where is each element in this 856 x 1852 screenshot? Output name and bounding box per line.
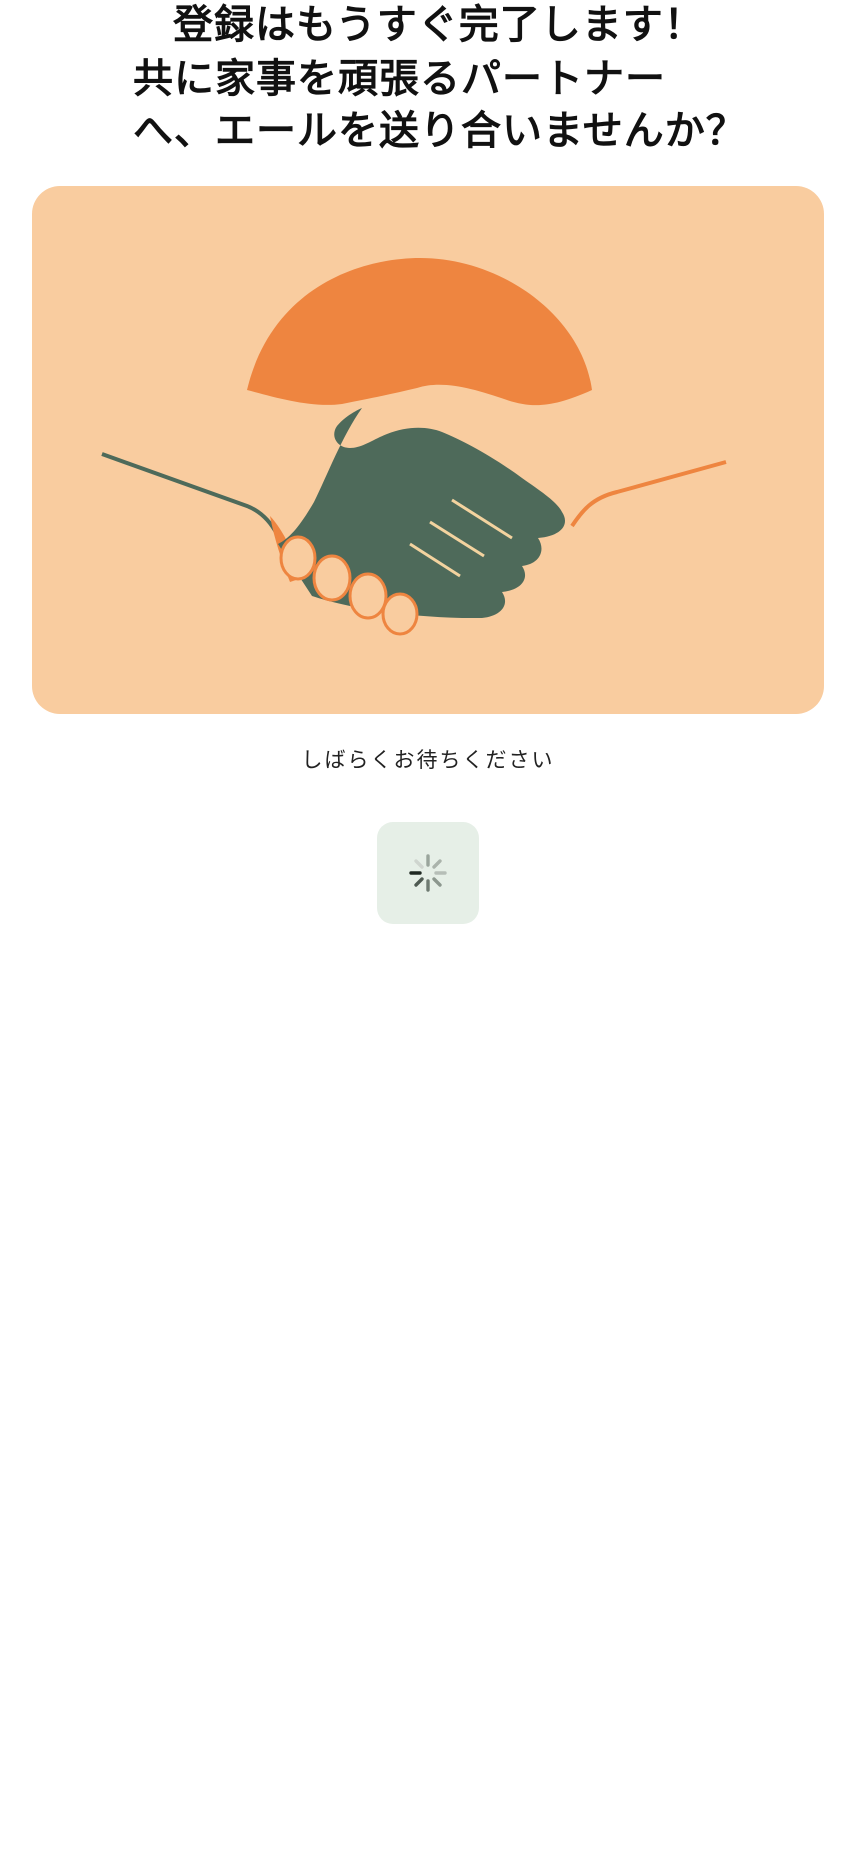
title-line-3: へ、エールを送り合いませんか？ (133, 108, 747, 154)
orange-dome (247, 258, 592, 406)
finger-1 (279, 535, 317, 581)
finger-2 (312, 554, 352, 602)
handshake-icon (101, 258, 727, 636)
handshake-illustration (32, 186, 824, 714)
right-arm-line (570, 460, 727, 528)
finger-3 (348, 572, 388, 620)
finger-4 (381, 592, 419, 636)
title-line-2: 共に家事を頑張るパートナー (133, 56, 666, 102)
loading-spinner-icon (409, 854, 447, 892)
loading-spinner (377, 822, 479, 924)
loading-message: しばらくお待ちください (301, 748, 555, 772)
left-arm-line (101, 452, 279, 535)
title-line-1: 登録はもうすぐ完了します！ (173, 2, 705, 48)
